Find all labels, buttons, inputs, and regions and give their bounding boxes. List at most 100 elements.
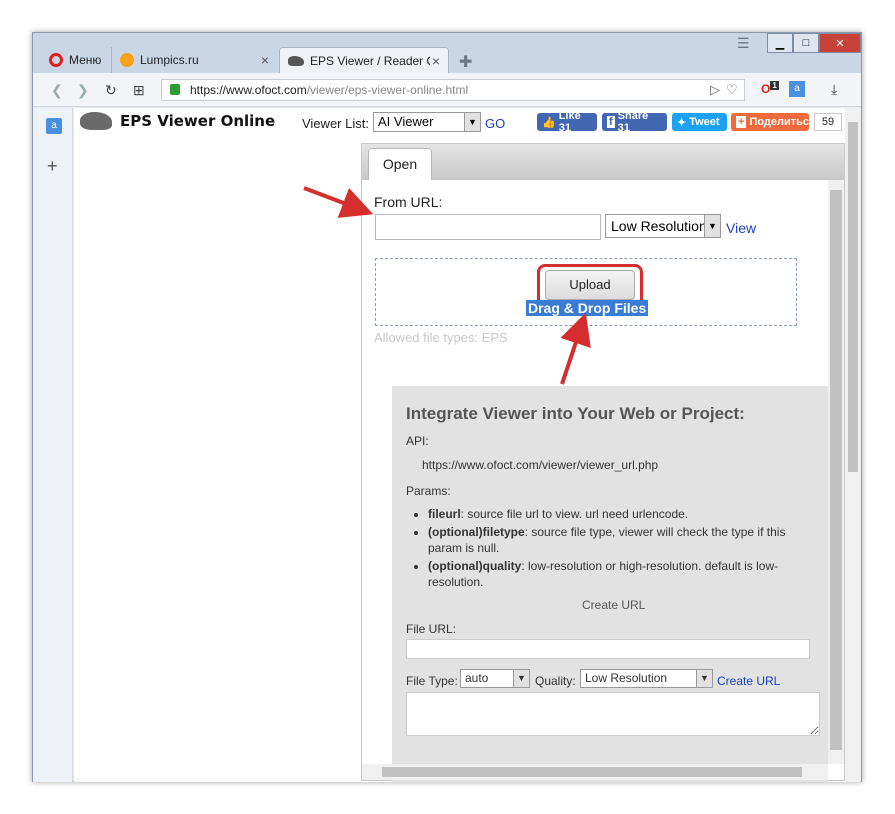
ok-label: Поделиться — [749, 116, 816, 128]
sidebar: a + — [33, 108, 73, 782]
add-panel-icon[interactable]: + — [47, 156, 58, 177]
opera-logo-icon — [49, 53, 63, 67]
param-name: (optional)quality — [428, 559, 522, 573]
facebook-like-button[interactable]: 👍 Like 31 — [537, 110, 597, 134]
web-page: EPS Viewer Online Viewer List: AI Viewer… — [74, 108, 861, 782]
tab-eps-viewer[interactable]: EPS Viewer / Reader Online × — [279, 47, 449, 73]
ok-share-button[interactable]: + Поделиться — [731, 113, 815, 131]
url-host: https://www.ofoct.com — [190, 83, 307, 97]
like-label: Like 31 — [558, 110, 581, 134]
quality-select[interactable]: Low Resolution ▼ — [580, 669, 713, 688]
resolution-value: Low Resolution — [611, 218, 707, 234]
plus-icon: + — [736, 116, 747, 128]
tab-title: EPS Viewer / Reader Online — [310, 53, 430, 68]
result-textarea[interactable] — [406, 692, 820, 736]
opera-ext-icon[interactable]: O1 — [761, 81, 779, 96]
file-type-value: auto — [465, 671, 489, 685]
translate-icon[interactable]: a — [46, 118, 62, 134]
viewer-list-label: Viewer List: — [302, 116, 369, 131]
url-field[interactable]: https://www.ofoct.com /viewer/eps-viewer… — [161, 79, 745, 101]
tab-open[interactable]: Open — [368, 148, 432, 180]
viewer-list-select[interactable]: AI Viewer ▼ — [373, 112, 481, 132]
twitter-bird-icon: ✦ — [677, 116, 687, 129]
address-bar: ❮ ❯ ↻ ⊞ https://www.ofoct.com /viewer/ep… — [33, 73, 861, 107]
chevron-down-icon: ▼ — [513, 670, 529, 687]
send-icon[interactable]: ▷ — [710, 82, 720, 98]
tab-lumpics[interactable]: Lumpics.ru × — [111, 47, 277, 73]
integrate-panel: Integrate Viewer into Your Web or Projec… — [392, 386, 828, 782]
drag-drop-label: Drag & Drop Files — [526, 300, 649, 316]
list-item: (optional)filetype: source file type, vi… — [428, 524, 818, 556]
tab-menu-icon[interactable]: ☰ — [737, 35, 750, 52]
speed-dial-icon[interactable]: ⊞ — [133, 82, 145, 99]
close-window-button[interactable]: ✕ — [819, 33, 861, 53]
upload-button[interactable]: Upload — [545, 270, 635, 300]
api-label: API: — [406, 434, 429, 448]
create-url-link[interactable]: Create URL — [717, 674, 780, 688]
from-url-input[interactable] — [375, 214, 601, 240]
viewer-selected: AI Viewer — [378, 114, 434, 129]
share-count: 59 — [814, 113, 842, 131]
facebook-icon: f — [607, 116, 615, 128]
scroll-thumb[interactable] — [830, 190, 842, 750]
translate-ext-icon[interactable]: a — [789, 81, 805, 97]
tab-title: Lumpics.ru — [140, 53, 199, 67]
list-item: fileurl: source file url to view. url ne… — [428, 506, 818, 522]
maximize-button[interactable]: □ — [793, 33, 819, 53]
url-path: /viewer/eps-viewer-online.html — [306, 83, 469, 97]
browser-window: Меню Lumpics.ru × EPS Viewer / Reader On… — [32, 32, 862, 782]
tab-bar: Меню Lumpics.ru × EPS Viewer / Reader On… — [33, 33, 861, 73]
param-desc: : source file url to view. url need urle… — [460, 507, 689, 521]
viewer-tabstrip: Open — [362, 144, 844, 180]
back-icon[interactable]: ❮ — [51, 82, 63, 99]
integrate-title: Integrate Viewer into Your Web or Projec… — [406, 404, 745, 423]
chevron-down-icon: ▼ — [696, 670, 712, 687]
file-url-input[interactable] — [406, 639, 810, 659]
scroll-thumb[interactable] — [382, 767, 802, 777]
params-label: Params: — [406, 484, 451, 498]
quality-value: Low Resolution — [585, 671, 668, 685]
close-tab-icon[interactable]: × — [261, 52, 269, 68]
tweet-label: Tweet — [689, 116, 720, 128]
cat-logo-icon — [80, 112, 112, 130]
forward-icon[interactable]: ❯ — [77, 82, 89, 99]
viewer-frame: Open From URL: Low Resolution ▼ View Upl… — [361, 143, 845, 782]
from-url-label: From URL: — [374, 194, 443, 210]
minimize-button[interactable]: ▁ — [767, 33, 793, 53]
file-type-select[interactable]: auto ▼ — [460, 669, 530, 688]
thumb-icon: 👍 — [542, 116, 556, 129]
opera-badge: 1 — [770, 81, 779, 90]
reload-icon[interactable]: ↻ — [105, 82, 117, 99]
view-link[interactable]: View — [726, 220, 756, 236]
api-url: https://www.ofoct.com/viewer/viewer_url.… — [422, 458, 659, 472]
file-url-label: File URL: — [406, 622, 457, 636]
param-name: fileurl — [428, 507, 461, 521]
file-type-label: File Type: — [406, 674, 458, 688]
go-link[interactable]: GO — [485, 116, 505, 131]
lumpics-favicon-icon — [120, 53, 134, 67]
page-scrollbar[interactable] — [845, 108, 861, 782]
menu-label: Меню — [69, 53, 102, 67]
chevron-down-icon: ▼ — [464, 113, 480, 131]
share-label: Share 31 — [617, 110, 649, 134]
resolution-select[interactable]: Low Resolution ▼ — [605, 214, 721, 238]
eps-favicon-icon — [288, 55, 304, 66]
list-item: (optional)quality: low-resolution or hig… — [428, 558, 818, 590]
frame-vertical-scrollbar[interactable] — [828, 180, 844, 764]
allowed-types: Allowed file types: EPS — [374, 330, 508, 345]
lock-icon — [170, 84, 180, 95]
scroll-thumb[interactable] — [848, 122, 858, 472]
site-logo[interactable]: EPS Viewer Online — [120, 112, 275, 130]
opera-menu-button[interactable]: Меню — [41, 47, 109, 73]
chevron-down-icon: ▼ — [704, 215, 720, 237]
params-list: fileurl: source file url to view. url ne… — [414, 506, 818, 592]
download-icon[interactable]: ⤓ — [831, 81, 837, 98]
new-tab-icon[interactable]: ✚ — [459, 52, 472, 72]
param-name: (optional)filetype — [428, 525, 525, 539]
quality-label: Quality: — [535, 674, 576, 688]
facebook-share-button[interactable]: f Share 31 — [602, 110, 667, 134]
heart-icon[interactable]: ♡ — [726, 82, 738, 98]
frame-horizontal-scrollbar[interactable] — [362, 764, 828, 780]
tweet-button[interactable]: ✦ Tweet — [672, 113, 727, 131]
close-tab-icon[interactable]: × — [432, 53, 440, 69]
